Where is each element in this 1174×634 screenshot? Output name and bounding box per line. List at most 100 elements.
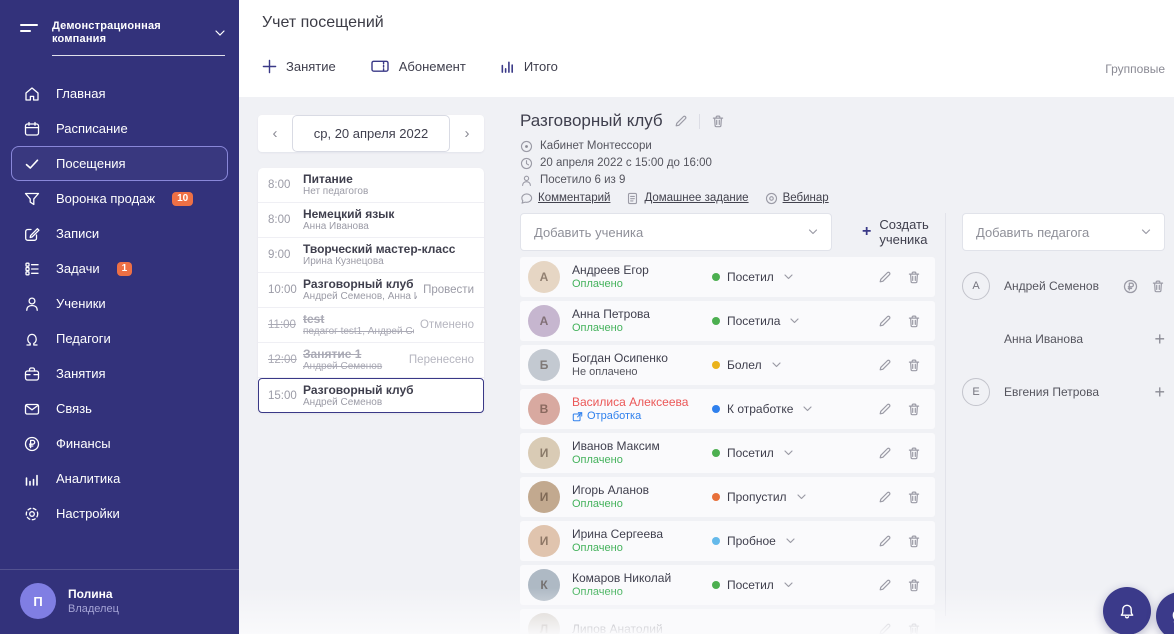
lesson-time: 15:00 [268,389,297,402]
sidebar-item-finance[interactable]: Финансы [11,426,228,461]
add-lesson-button[interactable]: Занятие [262,59,336,74]
delete-student-button[interactable] [907,358,921,372]
delete-student-button[interactable] [907,578,921,592]
lesson-time: 8:00 [268,179,291,191]
sidebar-item-students[interactable]: Ученики [11,286,228,321]
schedule-row[interactable]: 9:00 Творческий мастер-класс Ирина Кузне… [258,238,484,273]
delete-lesson-button[interactable] [711,114,725,128]
pencil-icon [675,115,687,127]
create-student-button[interactable]: + Создать ученика [862,217,944,247]
user-name: Полина [68,586,113,601]
sidebar-item-label: Педагоги [56,331,111,346]
attendance-status-dropdown[interactable]: Посетила [712,314,800,328]
edit-student-button[interactable] [878,578,892,592]
lesson-title: Разговорный клуб [303,382,414,397]
add-teacher-dropdown[interactable]: Добавить педагога [962,213,1165,251]
attendance-status-dropdown[interactable]: Посетил [712,270,793,284]
attendance-status-dropdown[interactable]: Посетил [712,578,793,592]
conduct-lesson-button[interactable]: Провести [423,284,474,296]
sidebar-item-analytics[interactable]: Аналитика [11,461,228,496]
avatar: А [528,261,560,293]
sidebar-item-settings[interactable]: Настройки [11,496,228,531]
toolbar: Занятие Абонемент Итого [262,58,558,74]
attendance-status-dropdown[interactable]: Посетил [712,446,793,460]
tasks-icon [23,260,41,278]
sidebar-item-attendance[interactable]: Посещения [11,146,228,181]
attendance-status-dropdown[interactable]: Пробное [712,534,795,548]
sidebar-item-sales-funnel[interactable]: Воронка продаж 10 [11,181,228,216]
schedule-row[interactable]: 8:00 Немецкий язык Анна Иванова [258,203,484,238]
delete-student-button[interactable] [907,270,921,284]
attendance-status-dropdown[interactable]: Пропустил [712,490,806,504]
sidebar-item-records[interactable]: Записи [11,216,228,251]
menu-toggle-icon[interactable] [20,20,38,32]
edit-lesson-button[interactable] [674,114,688,128]
document-icon [628,192,638,204]
sidebar-user[interactable]: П Полина Владелец [0,569,239,634]
student-row: А Андреев Егор Оплачено Посетил [520,257,935,297]
delete-student-button[interactable] [907,402,921,416]
subscription-button[interactable]: Абонемент [370,58,466,74]
student-icon [23,295,41,313]
edit-student-button[interactable] [878,490,892,504]
edit-student-button[interactable] [878,622,892,634]
sidebar-item-home[interactable]: Главная [11,76,228,111]
lesson-time: 12:00 [268,354,297,366]
schedule-row[interactable]: 10:00 Разговорный клуб Андрей Семенов, А… [258,273,484,308]
avatar [962,325,990,353]
attendance-status-dropdown[interactable]: Болел [712,358,781,372]
prev-day-button[interactable]: ‹ [258,115,292,152]
notifications-button[interactable] [1103,587,1151,634]
company-selector[interactable]: Демонстрационная компания [52,20,225,56]
tasks-badge: 1 [116,261,133,276]
schedule-row-cancelled[interactable]: 11:00 test педагог test1, Андрей Семенов… [258,308,484,343]
delete-student-button[interactable] [907,534,921,548]
delete-student-button[interactable] [907,446,921,460]
sidebar-item-schedule[interactable]: Расписание [11,111,228,146]
edit-student-button[interactable] [878,314,892,328]
delete-student-button[interactable] [907,622,921,634]
delete-student-button[interactable] [907,490,921,504]
next-day-button[interactable]: › [450,115,484,152]
student-row: Л Липов Анатолий [520,609,935,634]
sidebar-item-tasks[interactable]: Задачи 1 [11,251,228,286]
webinar-link[interactable]: Вебинар [765,191,829,205]
add-lesson-label: Занятие [286,58,336,74]
edit-student-button[interactable] [878,358,892,372]
add-teacher-button[interactable]: + [1154,330,1165,348]
total-button[interactable]: Итого [500,59,558,74]
comment-link[interactable]: Комментарий [520,191,610,205]
delete-student-button[interactable] [907,314,921,328]
sidebar-item-label: Посещения [56,156,126,171]
sidebar-item-teachers[interactable]: Педагоги [11,321,228,356]
teacher-row: Е Евгения Петрова + [962,374,1165,410]
avatar: А [528,305,560,337]
edit-student-button[interactable] [878,402,892,416]
status-dot [712,581,720,589]
edit-student-button[interactable] [878,446,892,460]
schedule-row-moved[interactable]: 12:00 Занятие 1 Андрей Семенов Перенесен… [258,343,484,378]
homework-link[interactable]: Домашнее задание [626,191,749,205]
schedule-row-selected[interactable]: 15:00 Разговорный клуб Андрей Семенов [258,378,484,413]
user-info: Полина Владелец [68,587,119,616]
teacher-payment-button[interactable] [1123,279,1138,294]
add-student-dropdown[interactable]: Добавить ученика [520,213,832,251]
lesson-teachers: Ирина Кузнецова [303,256,384,267]
content-area: ‹ ср, 20 апреля 2022 › 8:00 Питание Нет … [239,97,1174,634]
edit-student-button[interactable] [878,270,892,284]
student-name[interactable]: Липов Анатолий [572,622,740,634]
lesson-detail-title: Разговорный клуб [520,111,663,130]
schedule-row[interactable]: 8:00 Питание Нет педагогов [258,168,484,203]
add-teacher-button[interactable]: + [1154,383,1165,401]
date-display[interactable]: ср, 20 апреля 2022 [292,115,450,152]
teacher-panel: Добавить педагога А Андрей Семенов Анна … [962,213,1165,410]
attendance-status-dropdown[interactable]: К отработке [712,402,813,416]
sidebar-item-lessons[interactable]: Занятия [11,356,228,391]
remove-teacher-button[interactable] [1151,279,1165,293]
lesson-status: Отменено [419,319,474,331]
gear-icon [23,505,41,523]
edit-student-button[interactable] [878,534,892,548]
sidebar-item-communication[interactable]: Связь [11,391,228,426]
lesson-teachers: Нет педагогов [303,186,369,197]
group-filter[interactable]: Групповые [1105,62,1165,76]
